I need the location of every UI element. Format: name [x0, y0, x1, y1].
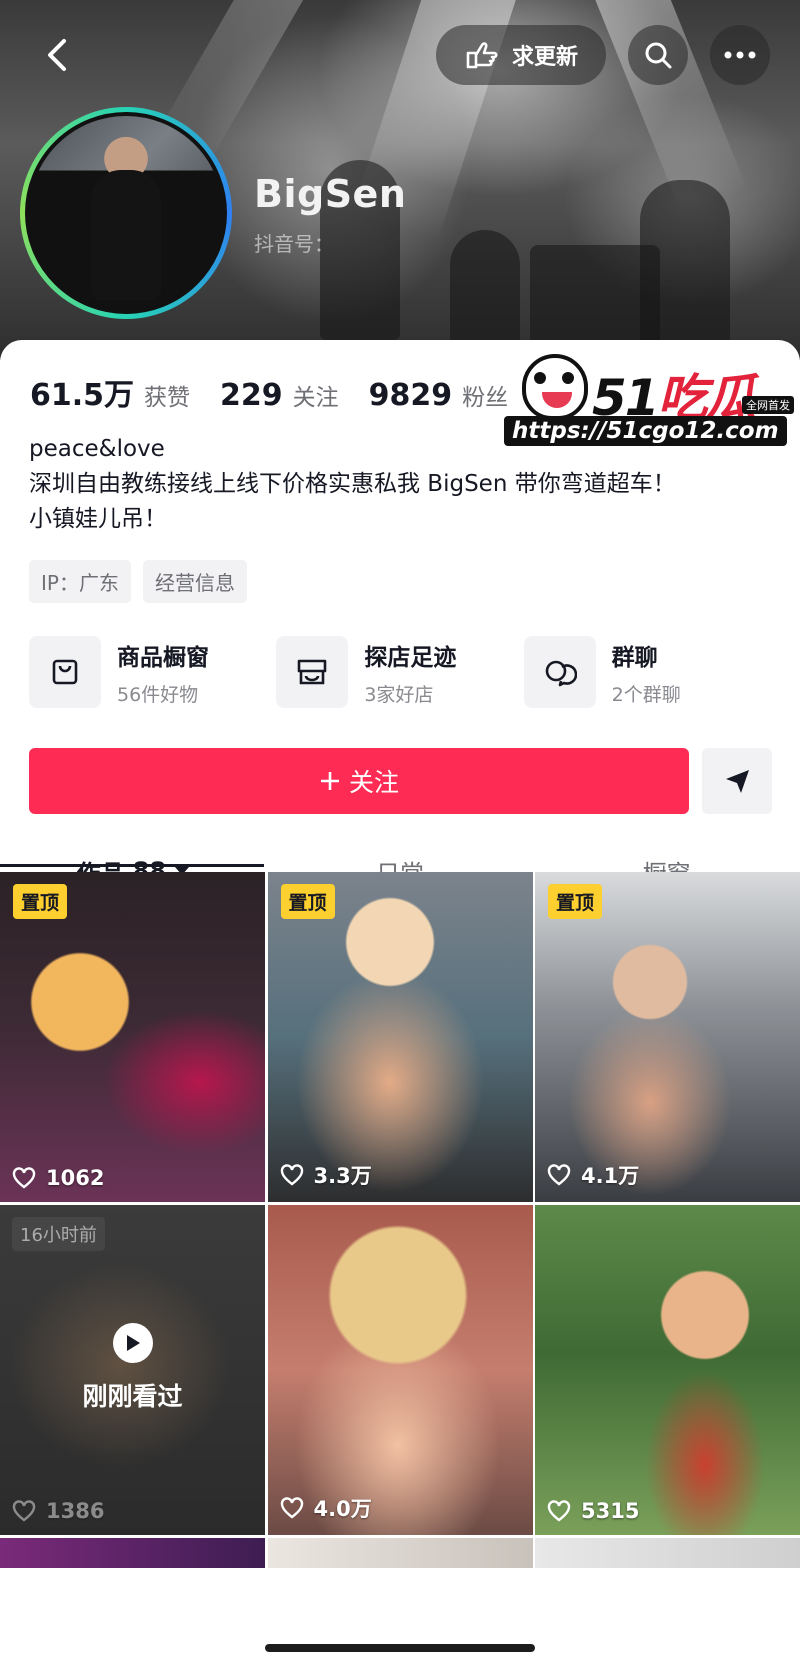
watermark-mascot-icon: [522, 354, 588, 420]
search-button[interactable]: [628, 25, 688, 85]
video-likes: 5315: [547, 1499, 639, 1523]
hand-pointing-icon: [466, 42, 498, 69]
video-thumbnail[interactable]: [0, 1538, 265, 1568]
pinned-badge: 置顶: [548, 884, 603, 919]
bio-line: 小镇娃儿吊！: [29, 506, 167, 532]
video-thumbnail[interactable]: 置顶 3.3万: [267, 872, 533, 1202]
video-likes: 4.1万: [547, 1160, 639, 1190]
video-thumbnail[interactable]: [267, 1538, 533, 1568]
video-thumbnail[interactable]: 5315: [535, 1205, 800, 1535]
back-button[interactable]: [28, 25, 88, 85]
video-thumbnail[interactable]: 置顶 1062: [0, 872, 265, 1202]
feature-group-chat[interactable]: 群聊 2个群聊: [523, 636, 771, 708]
feature-title: 群聊: [611, 644, 658, 671]
recently-watched-label: 刚刚看过: [82, 1382, 183, 1411]
likes-label: 获赞: [144, 385, 191, 411]
bio-line: peace&love: [29, 436, 165, 462]
feature-subtitle: 3家好店: [364, 683, 434, 706]
recently-watched-overlay: 刚刚看过: [0, 1323, 265, 1413]
feature-store-visits[interactable]: 探店足迹 3家好店: [276, 636, 523, 708]
plus-icon: [320, 772, 339, 790]
active-tab-indicator: [0, 864, 264, 867]
shopping-bag-icon: [29, 636, 101, 708]
feature-subtitle: 56件好物: [117, 683, 199, 706]
ip-location-tag: IP：广东: [29, 560, 131, 603]
feature-title: 探店足迹: [364, 644, 457, 671]
feature-showcase[interactable]: 商品橱窗 56件好物: [29, 636, 276, 708]
heart-icon: [12, 1500, 36, 1522]
heart-icon: [280, 1164, 303, 1186]
follow-label: 关注: [348, 768, 399, 797]
video-thumbnail[interactable]: 置顶 4.1万: [535, 872, 800, 1202]
request-update-button[interactable]: 求更新: [436, 25, 606, 85]
home-indicator: [265, 1644, 535, 1652]
video-likes: 3.3万: [280, 1160, 372, 1190]
followers-count[interactable]: 9829: [369, 378, 453, 413]
video-thumbnail[interactable]: 4.0万: [267, 1205, 533, 1535]
request-update-label: 求更新: [511, 45, 578, 70]
more-dots-icon: [724, 51, 756, 59]
heart-icon: [547, 1500, 571, 1522]
watermark-tag: 全网首发: [742, 396, 794, 414]
video-likes: 1062: [12, 1166, 104, 1190]
pinned-badge: 置顶: [13, 884, 68, 919]
heart-icon: [547, 1164, 571, 1186]
profile-nickname: BigSen: [254, 172, 407, 216]
bio-line: 深圳自由教练接线上线下价格实惠私我 BigSen 带你弯道超车！: [29, 471, 676, 497]
heart-icon: [12, 1167, 36, 1189]
avatar[interactable]: [25, 112, 227, 314]
following-label[interactable]: 关注: [293, 378, 339, 412]
video-likes: 1386: [12, 1499, 104, 1523]
chevron-left-icon: [48, 39, 66, 71]
send-arrow-icon: [726, 770, 749, 793]
feature-title: 商品橱窗: [117, 644, 209, 671]
play-icon: [112, 1323, 153, 1363]
following-count[interactable]: 229: [220, 378, 283, 413]
pinned-badge: 置顶: [280, 884, 335, 919]
video-grid: 置顶 1062 置顶 3.3万 置顶 4.1万 16小时前 刚刚看过 1386 …: [0, 872, 800, 1568]
chat-bubbles-icon: [523, 636, 596, 708]
profile-bio: peace&love 深圳自由教练接线上线下价格实惠私我 BigSen 带你弯道…: [29, 432, 676, 537]
follow-button[interactable]: 关注: [29, 748, 689, 814]
business-info-tag[interactable]: 经营信息: [142, 560, 247, 603]
profile-card: 61.5万 获赞 229 关注 9829 粉丝 51吃瓜 全网首发 https:…: [0, 340, 800, 1665]
more-options-button[interactable]: [710, 25, 770, 85]
feature-subtitle: 2个群聊: [611, 683, 681, 706]
video-thumbnail[interactable]: 16小时前 刚刚看过 1386: [0, 1205, 265, 1535]
store-icon: [276, 636, 349, 708]
video-thumbnail[interactable]: [535, 1538, 800, 1568]
search-icon: [645, 42, 672, 69]
account-id-label: 抖音号：: [254, 232, 334, 256]
profile-tags: IP：广东 经营信息: [29, 560, 247, 603]
avatar-ring[interactable]: [20, 107, 232, 319]
profile-stats: 61.5万 获赞 229 关注 9829 粉丝: [30, 370, 528, 414]
post-time-badge: 16小时前: [12, 1217, 105, 1251]
heart-icon: [280, 1497, 303, 1519]
video-likes: 4.0万: [280, 1493, 372, 1523]
send-message-button[interactable]: [702, 748, 772, 814]
likes-count: 61.5万: [30, 378, 135, 413]
profile-banner: 求更新 BigSen 抖音号：: [0, 0, 800, 360]
feature-entries: 商品橱窗 56件好物 探店足迹 3家好店 群聊 2个群聊: [29, 636, 771, 708]
